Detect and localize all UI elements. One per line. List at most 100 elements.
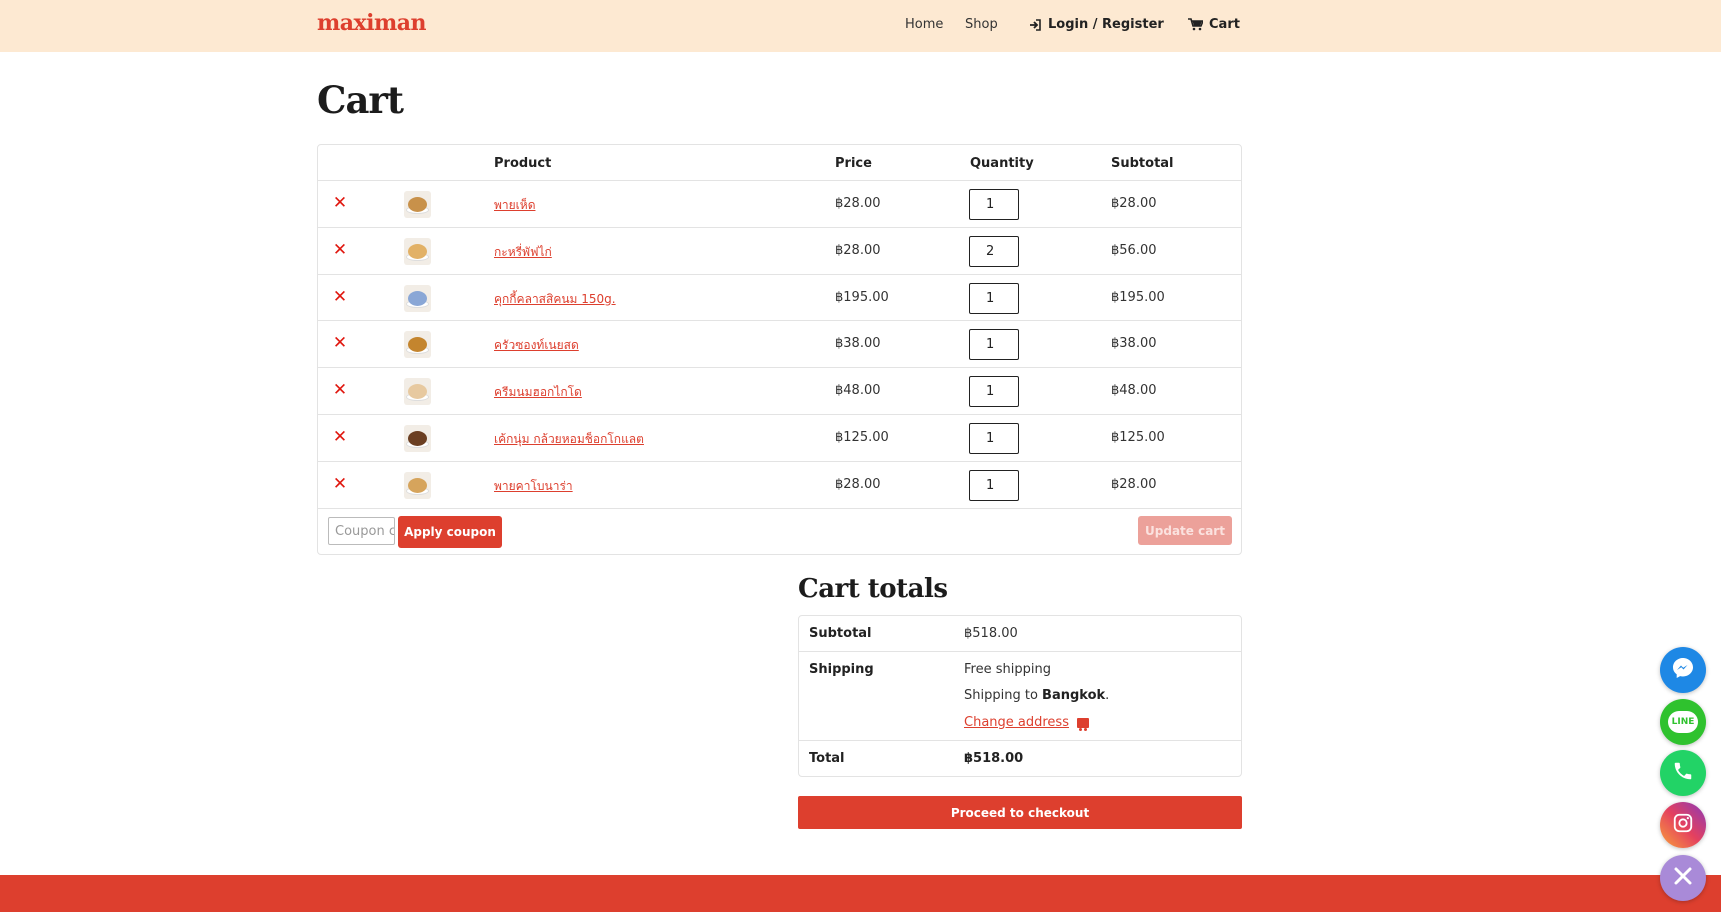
product-thumbnail[interactable] [404,424,431,452]
shipping-to-place: Bangkok [1042,688,1106,703]
totals-shipping-label: Shipping [809,662,874,677]
messenger-button[interactable] [1660,647,1706,693]
remove-item-icon[interactable]: ✕ [332,475,348,493]
product-price: ฿28.00 [835,476,881,492]
login-icon [1029,18,1042,31]
cart-actions: Apply coupon Update cart [318,511,1241,556]
change-address-link[interactable]: Change address [964,715,1089,731]
quantity-input[interactable] [969,469,1019,501]
totals-total-label: Total [809,751,845,766]
cart-table-header: Product Price Quantity Subtotal [318,145,1241,181]
product-subtotal: ฿56.00 [1111,242,1157,258]
quantity-input[interactable] [969,329,1019,361]
product-subtotal: ฿48.00 [1111,383,1157,399]
brand-logo[interactable]: maximan [317,10,427,36]
product-name-link[interactable]: เค้กนุ่ม กล้วยหอมช็อกโกแลต [494,430,644,449]
cart-icon [1188,18,1203,31]
line-label: LINE [1671,717,1695,727]
nav-shop[interactable]: Shop [965,17,998,32]
line-icon: LINE [1668,711,1698,733]
footer-bar [0,875,1721,912]
totals-subtotal-label: Subtotal [809,626,872,641]
product-thumbnail[interactable] [404,284,431,312]
top-navbar: maximan Home Shop Login / Register Cart [0,0,1721,52]
food-shape [408,290,427,306]
nav-home[interactable]: Home [905,17,943,32]
product-thumbnail[interactable] [404,237,431,265]
nav-login-register[interactable]: Login / Register [1029,17,1164,32]
product-thumbnail[interactable] [404,471,431,499]
food-shape [408,243,427,259]
nav-login-label: Login / Register [1048,17,1164,32]
product-name-link[interactable]: พายคาโบนาร่า [494,477,573,496]
column-header-product: Product [494,156,552,171]
table-row: ✕ คุกกี้คลาสสิคนม 150g. ฿195.00 ฿195.00 [318,275,1241,322]
product-name-link[interactable]: พายเห็ด [494,196,535,215]
instagram-button[interactable] [1660,802,1706,848]
table-row: ✕ ครีมนมฮอกไกโด ฿48.00 ฿48.00 [318,368,1241,415]
truck-icon [1076,717,1089,731]
table-row: ✕ กะหรี่พัฟไก่ ฿28.00 ฿56.00 [318,228,1241,275]
cart-totals-title: Cart totals [798,574,948,604]
line-button[interactable]: LINE [1660,699,1706,745]
shipping-method: Free shipping [964,662,1051,677]
quantity-input[interactable] [969,282,1019,314]
product-thumbnail[interactable] [404,191,431,218]
totals-subtotal-value: ฿518.00 [964,626,1018,641]
product-subtotal: ฿195.00 [1111,289,1165,305]
shipping-to-prefix: Shipping to [964,688,1043,703]
totals-row-total: Total ฿518.00 [799,741,1241,777]
quantity-input[interactable] [969,376,1019,408]
coupon-input[interactable] [328,517,395,545]
table-row: ✕ พายคาโบนาร่า ฿28.00 ฿28.00 [318,462,1241,509]
nav-cart-label: Cart [1209,17,1240,32]
product-subtotal: ฿28.00 [1111,196,1157,211]
product-price: ฿125.00 [835,429,889,445]
product-price: ฿38.00 [835,336,881,352]
instagram-icon [1672,812,1694,838]
table-row: ✕ พายเห็ด ฿28.00 ฿28.00 [318,181,1241,228]
close-contacts-button[interactable] [1660,855,1706,901]
cart-totals-table: Subtotal ฿518.00 Shipping Free shipping … [798,615,1242,777]
food-shape [408,477,427,493]
quantity-input[interactable] [969,189,1019,220]
column-header-quantity: Quantity [970,156,1034,171]
product-name-link[interactable]: ครัวซองท์เนยสด [494,336,579,355]
product-price: ฿28.00 [835,242,881,258]
phone-icon [1672,760,1694,786]
column-header-subtotal: Subtotal [1111,156,1174,171]
page-title: Cart [317,78,404,122]
product-price: ฿195.00 [835,289,889,305]
product-subtotal: ฿125.00 [1111,429,1165,445]
totals-total-value: ฿518.00 [964,751,1024,766]
food-shape [408,430,427,446]
remove-item-icon[interactable]: ✕ [332,334,348,352]
quantity-input[interactable] [969,422,1019,454]
proceed-to-checkout-button[interactable]: Proceed to checkout [798,796,1242,829]
product-name-link[interactable]: คุกกี้คลาสสิคนม 150g. [494,290,616,309]
nav-cart[interactable]: Cart [1188,17,1240,32]
remove-item-icon[interactable]: ✕ [332,241,348,259]
product-price: ฿48.00 [835,383,881,399]
shipping-to-suffix: . [1105,688,1110,703]
product-thumbnail[interactable] [404,331,431,359]
cart-table: Product Price Quantity Subtotal ✕ พายเห็ด… [317,144,1242,555]
remove-item-icon[interactable]: ✕ [332,288,348,306]
shipping-destination: Shipping to Bangkok. [964,688,1109,703]
food-shape [408,197,427,212]
messenger-icon [1671,656,1695,684]
remove-item-icon[interactable]: ✕ [332,428,348,446]
table-row: ✕ เค้กนุ่ม กล้วยหอมช็อกโกแลต ฿125.00 ฿125.0… [318,415,1241,462]
product-name-link[interactable]: กะหรี่พัฟไก่ [494,243,552,262]
phone-button[interactable] [1660,750,1706,796]
remove-item-icon[interactable]: ✕ [332,194,348,212]
update-cart-button[interactable]: Update cart [1138,516,1232,545]
remove-item-icon[interactable]: ✕ [332,381,348,399]
product-price: ฿28.00 [835,196,881,211]
apply-coupon-button[interactable]: Apply coupon [398,516,502,548]
product-thumbnail[interactable] [404,378,431,406]
quantity-input[interactable] [969,235,1019,267]
cart-rows: ✕พายเห็ด฿28.00฿28.00✕กะหรี่พัฟไก่฿28.00฿… [318,181,1241,509]
totals-row-subtotal: Subtotal ฿518.00 [799,616,1241,652]
product-name-link[interactable]: ครีมนมฮอกไกโด [494,383,582,402]
